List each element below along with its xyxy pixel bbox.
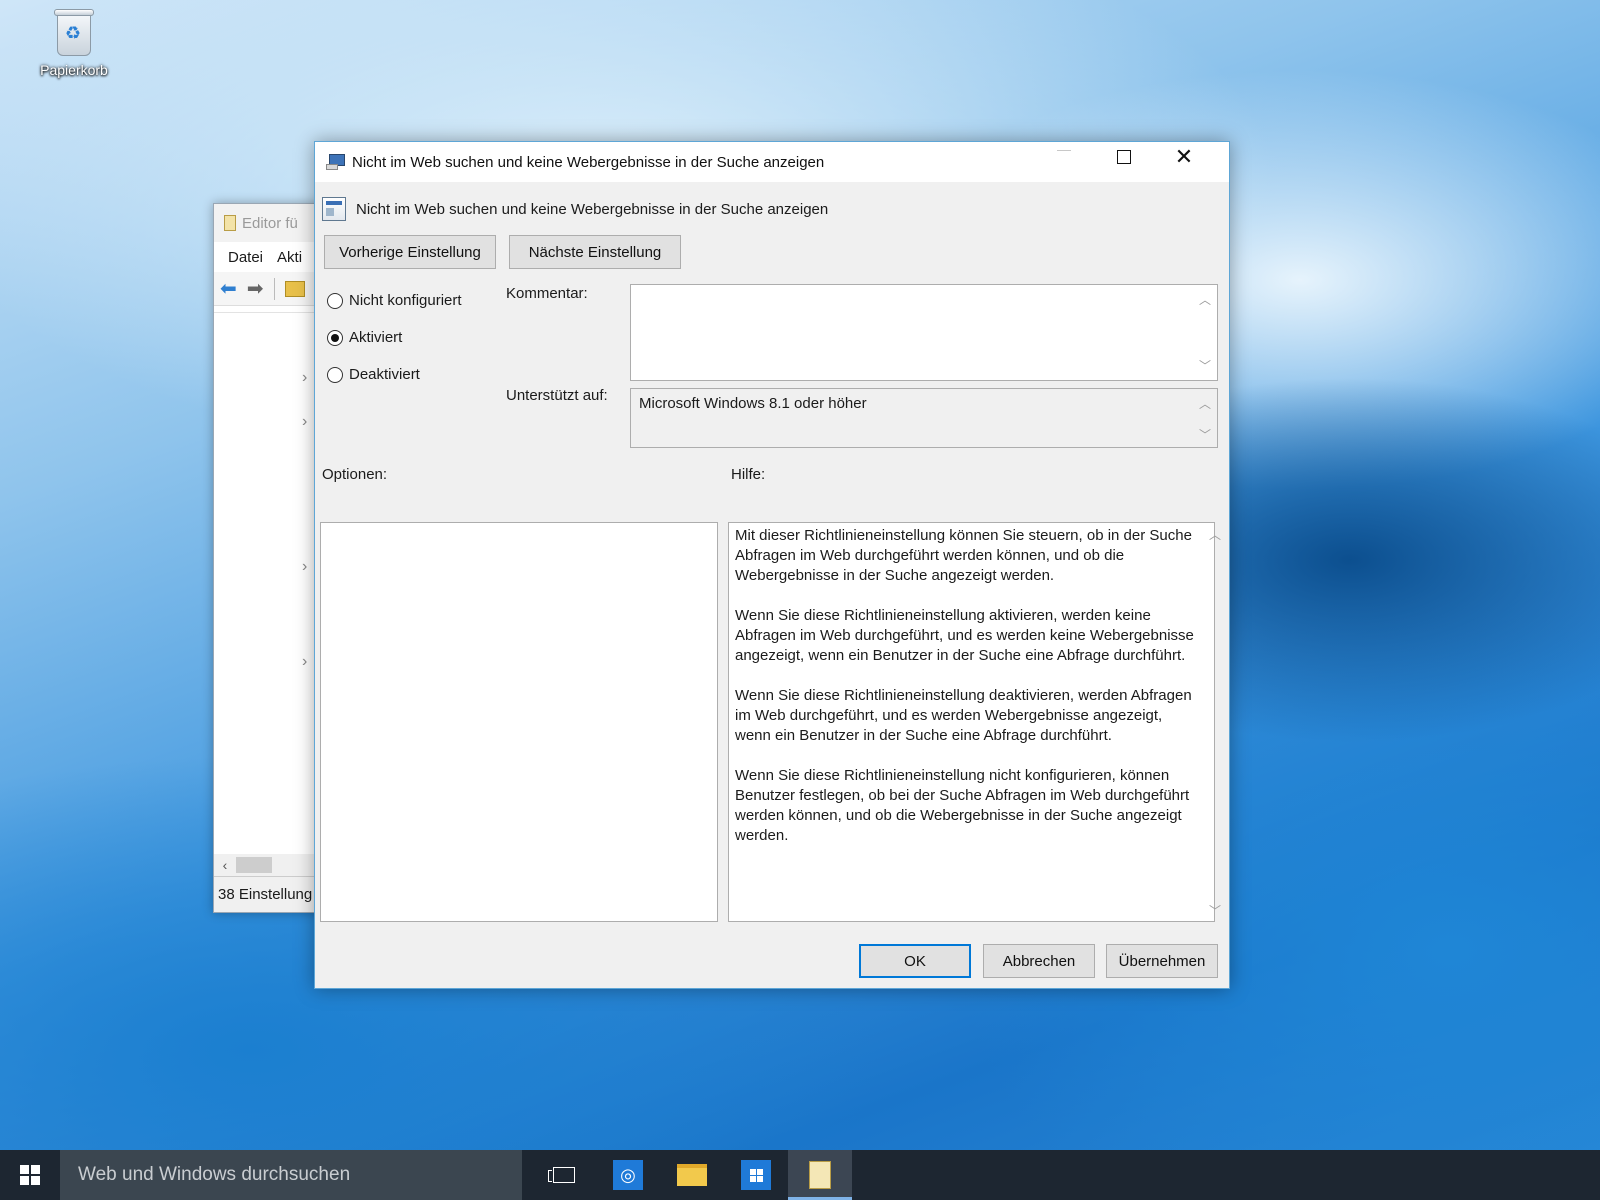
help-paragraph: Wenn Sie diese Richtlinieneinstellung de… xyxy=(735,687,1192,744)
background-toolbar: ⬅ ➡ xyxy=(214,272,322,306)
file-explorer-icon xyxy=(677,1164,707,1186)
dialog-title: Nicht im Web suchen und keine Webergebni… xyxy=(352,153,825,171)
scroll-down-icon[interactable]: ﹀ xyxy=(1199,426,1211,443)
help-text: Mit dieser Richtlinieneinstellung können… xyxy=(735,526,1195,866)
minimize-button[interactable] xyxy=(1034,142,1094,172)
supported-on-value: Microsoft Windows 8.1 oder höher xyxy=(639,395,867,412)
supported-on-label: Unterstützt auf: xyxy=(506,387,608,404)
help-paragraph: Wenn Sie diese Richtlinieneinstellung ak… xyxy=(735,607,1194,664)
internet-explorer-button[interactable]: ◎ xyxy=(596,1150,660,1200)
policy-setting-dialog[interactable]: Nicht im Web suchen und keine Webergebni… xyxy=(314,141,1230,989)
taskbar: Web und Windows durchsuchen ◎ xyxy=(0,1150,1600,1200)
tree-expand-chevron-icon[interactable]: › xyxy=(302,558,307,576)
previous-setting-button[interactable]: Vorherige Einstellung xyxy=(324,235,496,269)
task-view-button[interactable] xyxy=(532,1150,596,1200)
folder-up-icon[interactable] xyxy=(284,280,305,297)
comment-textarea[interactable]: ︿ ﹀ xyxy=(630,284,1218,381)
menu-datei[interactable]: Datei xyxy=(228,249,263,266)
back-arrow-icon[interactable]: ⬅ xyxy=(220,279,237,299)
close-button[interactable]: ✕ xyxy=(1154,142,1214,172)
dialog-titlebar[interactable]: Nicht im Web suchen und keine Webergebni… xyxy=(315,142,1229,182)
search-placeholder: Web und Windows durchsuchen xyxy=(78,1164,351,1185)
radio-label: Nicht konfiguriert xyxy=(349,292,462,309)
radio-circle[interactable] xyxy=(327,366,343,383)
radio-enabled[interactable]: Aktiviert xyxy=(327,329,402,346)
group-policy-editor-button[interactable] xyxy=(788,1150,852,1200)
background-editor-window[interactable]: Editor fü Datei Akti ⬅ ➡ › › › › ‹ 38 Ei… xyxy=(213,203,323,913)
recycle-bin-icon: ♻ xyxy=(51,6,97,58)
windows-logo-icon xyxy=(20,1165,40,1185)
help-scroll-up-icon[interactable]: ︿ xyxy=(1209,526,1221,543)
tree-expand-chevron-icon[interactable]: › xyxy=(302,369,307,387)
store-icon xyxy=(741,1160,771,1190)
radio-label: Deaktiviert xyxy=(349,366,420,383)
scroll-down-icon[interactable]: ﹀ xyxy=(1199,357,1211,374)
options-pane[interactable] xyxy=(320,522,718,922)
background-window-titlebar[interactable]: Editor fü xyxy=(214,204,322,242)
radio-not-configured[interactable]: Nicht konfiguriert xyxy=(327,292,462,309)
next-setting-button[interactable]: Nächste Einstellung xyxy=(509,235,681,269)
background-menu-bar: Datei Akti xyxy=(214,242,322,272)
scroll-up-icon[interactable]: ︿ xyxy=(1199,291,1211,308)
supported-on-field: Microsoft Windows 8.1 oder höher ︿ ﹀ xyxy=(630,388,1218,448)
task-view-icon xyxy=(548,1167,575,1183)
toolbar-separator xyxy=(273,277,275,300)
minimize-icon xyxy=(1057,149,1071,151)
maximize-button[interactable] xyxy=(1094,142,1154,172)
desktop-recycle-bin[interactable]: ♻ Papierkorb xyxy=(28,6,120,78)
policy-header: Nicht im Web suchen und keine Webergebni… xyxy=(322,197,828,221)
start-button[interactable] xyxy=(0,1150,60,1200)
radio-disabled[interactable]: Deaktiviert xyxy=(327,366,420,383)
tree-expand-chevron-icon[interactable]: › xyxy=(302,413,307,431)
horizontal-scrollbar[interactable]: ‹ xyxy=(214,854,322,876)
scroll-thumb[interactable] xyxy=(236,857,272,873)
help-pane[interactable]: Mit dieser Richtlinieneinstellung können… xyxy=(728,522,1215,922)
comment-value xyxy=(631,285,1217,297)
radio-circle-selected[interactable] xyxy=(327,329,343,346)
scroll-left-icon[interactable]: ‹ xyxy=(214,857,236,873)
tree-expand-chevron-icon[interactable]: › xyxy=(302,653,307,671)
store-button[interactable] xyxy=(724,1150,788,1200)
background-tree-pane[interactable]: › › › › xyxy=(214,312,322,857)
help-label: Hilfe: xyxy=(731,466,766,483)
help-paragraph: Mit dieser Richtlinieneinstellung können… xyxy=(735,527,1192,584)
file-explorer-button[interactable] xyxy=(660,1150,724,1200)
help-scroll-down-icon[interactable]: ﹀ xyxy=(1209,902,1221,919)
radio-circle[interactable] xyxy=(327,292,343,309)
scroll-up-icon[interactable]: ︿ xyxy=(1199,395,1211,412)
options-label: Optionen: xyxy=(322,466,388,483)
radio-label: Aktiviert xyxy=(349,329,403,346)
policy-name: Nicht im Web suchen und keine Webergebni… xyxy=(356,200,829,218)
ok-button[interactable]: OK xyxy=(859,944,971,978)
policy-setting-icon xyxy=(322,197,346,221)
group-policy-editor-icon xyxy=(809,1161,831,1189)
forward-arrow-icon[interactable]: ➡ xyxy=(247,279,264,299)
background-window-title: Editor fü xyxy=(242,214,298,232)
internet-explorer-icon: ◎ xyxy=(613,1160,643,1190)
taskbar-search-box[interactable]: Web und Windows durchsuchen xyxy=(60,1150,522,1200)
apply-button[interactable]: Übernehmen xyxy=(1106,944,1218,978)
cancel-button[interactable]: Abbrechen xyxy=(983,944,1095,978)
policy-app-icon xyxy=(326,154,346,170)
close-icon: ✕ xyxy=(1174,144,1194,169)
comment-label: Kommentar: xyxy=(506,285,588,302)
status-bar: 38 Einstellung xyxy=(214,876,322,912)
maximize-icon xyxy=(1117,150,1131,164)
help-paragraph: Wenn Sie diese Richtlinieneinstellung ni… xyxy=(735,767,1190,844)
menu-aktion[interactable]: Akti xyxy=(277,249,302,266)
recycle-bin-label: Papierkorb xyxy=(40,62,108,78)
editor-app-icon xyxy=(224,215,236,231)
